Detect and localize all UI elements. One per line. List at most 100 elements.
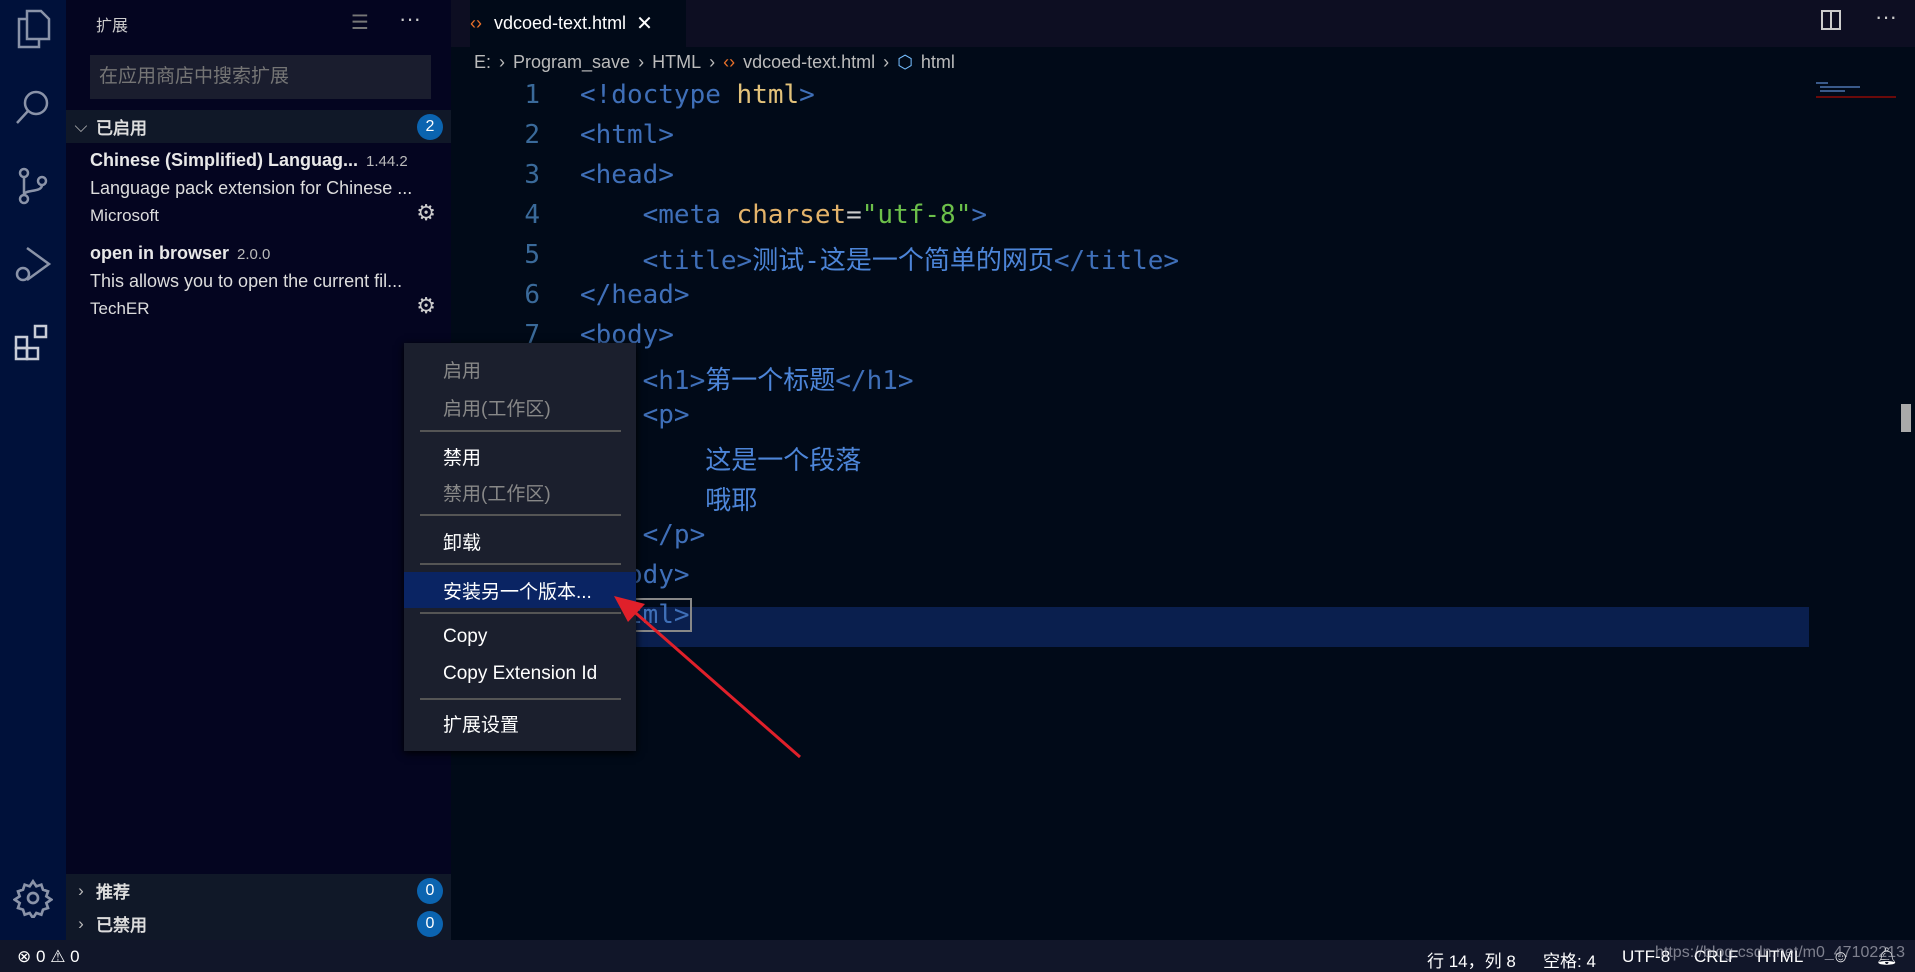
menu-item[interactable]: 安装另一个版本... (404, 572, 636, 608)
manage-gear-icon[interactable]: ⚙ (416, 200, 436, 226)
code-line[interactable]: <title>测试-这是一个简单的网页</title> (580, 240, 1179, 277)
menu-item: 启用 (443, 360, 482, 382)
extension-version: 2.0.0 (237, 246, 271, 263)
menu-separator (420, 430, 621, 432)
extension-item[interactable]: Chinese (Simplified) Languag... 1.44.2 La… (90, 150, 440, 226)
breadcrumb: E: › Program_save › HTML › ‹› vdcoed-text.h… (474, 52, 955, 73)
extension-description: This allows you to open the current fil.… (90, 271, 403, 291)
menu-separator (420, 514, 621, 516)
split-editor-icon[interactable] (1821, 10, 1841, 30)
code-token: 第一个标题 (705, 366, 836, 396)
line-number: 1 (524, 80, 540, 110)
section-label: 已禁用 (96, 916, 147, 935)
activity-bar (0, 0, 66, 940)
menu-item[interactable]: 卸载 (404, 523, 636, 559)
code-token: charset (736, 200, 847, 230)
menu-item[interactable]: Copy (404, 619, 636, 655)
section-enabled[interactable]: ⌵ 已启用 2 (66, 110, 451, 143)
breadcrumb-item[interactable]: html (921, 52, 955, 73)
code-token: > (971, 200, 988, 230)
menu-item[interactable]: Copy Extension Id (404, 656, 636, 692)
code-token: </h1> (835, 366, 914, 396)
count-badge: 0 (417, 878, 443, 904)
more-actions-icon[interactable]: ··· (399, 6, 421, 32)
indentation[interactable]: 空格: 4 (1543, 947, 1596, 972)
line-number: 4 (524, 200, 540, 230)
symbol-element-icon: ⬡ (897, 52, 913, 72)
search-icon[interactable] (11, 85, 55, 129)
extension-version: 1.44.2 (366, 153, 408, 170)
code-token: </head> (580, 280, 690, 310)
manage-gear-icon[interactable]: ⚙ (416, 293, 436, 319)
code-token: <meta (642, 200, 737, 230)
count-badge: 0 (417, 911, 443, 937)
section-label: 推荐 (96, 883, 130, 902)
tab-vdcoed-text-html[interactable]: ‹› vdcoed-text.html ✕ (470, 0, 686, 47)
tab-label: vdcoed-text.html (494, 13, 627, 33)
error-icon: ⊗ (17, 947, 32, 966)
extension-description: Language pack extension for Chinese ... (90, 178, 413, 198)
menu-item[interactable]: 禁用 (404, 438, 636, 474)
code-token: <!doctype (580, 80, 737, 110)
code-token: <head> (580, 160, 674, 190)
breadcrumb-item[interactable]: HTML (652, 52, 701, 73)
chevron-right-icon: › (78, 913, 84, 933)
tab-bar: ‹› vdcoed-text.html ✕ ··· (451, 0, 1915, 47)
extension-name: open in browser (90, 243, 230, 263)
code-token: 哦耶 (705, 486, 758, 516)
sidebar-title: 扩展 (96, 18, 129, 35)
problems-indicator[interactable]: ⊗ 0 ⚠ 0 (17, 947, 80, 967)
section-disabled[interactable]: › 已禁用 0 (66, 907, 451, 940)
breadcrumb-item[interactable]: vdcoed-text.html (743, 52, 875, 73)
count-badge: 2 (417, 114, 443, 140)
section-recommended[interactable]: › 推荐 0 (66, 874, 451, 907)
extension-publisher: Microsoft (90, 206, 159, 225)
code-token: <p> (642, 400, 690, 430)
code-line[interactable]: <html> (580, 120, 674, 150)
menu-item[interactable]: 扩展设置 (404, 705, 636, 741)
extensions-icon[interactable] (11, 321, 55, 365)
menu-separator (420, 698, 621, 700)
menu-item: 禁用(工作区) (443, 483, 551, 505)
chevron-right-icon: › (78, 880, 84, 900)
extension-search-input[interactable] (90, 55, 431, 99)
scrollbar-thumb[interactable] (1901, 404, 1911, 432)
line-number: 2 (524, 120, 540, 150)
line-number: 6 (524, 280, 540, 310)
code-line[interactable]: <meta charset="utf-8"> (580, 200, 987, 230)
code-token: 这是一个段落 (705, 446, 862, 476)
code-token: </p> (642, 520, 706, 550)
minimap[interactable] (1816, 80, 1896, 110)
menu-separator (420, 612, 621, 614)
error-count: 0 (35, 947, 46, 966)
breadcrumb-item[interactable]: Program_save (513, 52, 630, 73)
chevron-down-icon: ⌵ (74, 116, 88, 136)
run-debug-icon[interactable] (11, 242, 55, 286)
code-token: > (799, 80, 815, 110)
close-icon[interactable]: ✕ (636, 11, 653, 36)
more-actions-icon[interactable]: ··· (1875, 4, 1897, 30)
extension-publisher: TechER (90, 299, 150, 318)
line-number: 5 (524, 240, 540, 270)
code-line[interactable]: <head> (580, 160, 674, 190)
code-token: "utf-8" (861, 200, 972, 230)
files-icon[interactable] (11, 7, 55, 51)
breadcrumb-item[interactable]: E: (474, 52, 491, 73)
cursor-position[interactable]: 行 14，列 8 (1427, 947, 1516, 972)
source-control-icon[interactable] (11, 164, 55, 208)
section-label: 已启用 (96, 119, 147, 138)
line-number: 3 (524, 160, 540, 190)
watermark: https://blog.csdn.net/m0_47102213 (1655, 944, 1905, 961)
code-token: <h1> (642, 366, 706, 396)
code-token: <html> (580, 120, 674, 150)
context-menu: 启用 启用(工作区) 禁用 禁用(工作区) 卸载 安装另一个版本... Copy Copy E… (404, 343, 636, 751)
settings-gear-icon[interactable] (11, 876, 55, 920)
code-line[interactable]: </head> (580, 280, 690, 310)
extensions-sidebar: 扩展 ☰ ··· ⌵ 已启用 2 Chinese (Simplified) Lang… (66, 0, 451, 940)
clear-extensions-icon[interactable]: ☰ (351, 10, 369, 35)
code-line[interactable]: <!doctype html> (580, 80, 815, 110)
code-token: = (846, 200, 862, 230)
extension-item[interactable]: open in browser 2.0.0 This allows you to … (90, 243, 440, 319)
